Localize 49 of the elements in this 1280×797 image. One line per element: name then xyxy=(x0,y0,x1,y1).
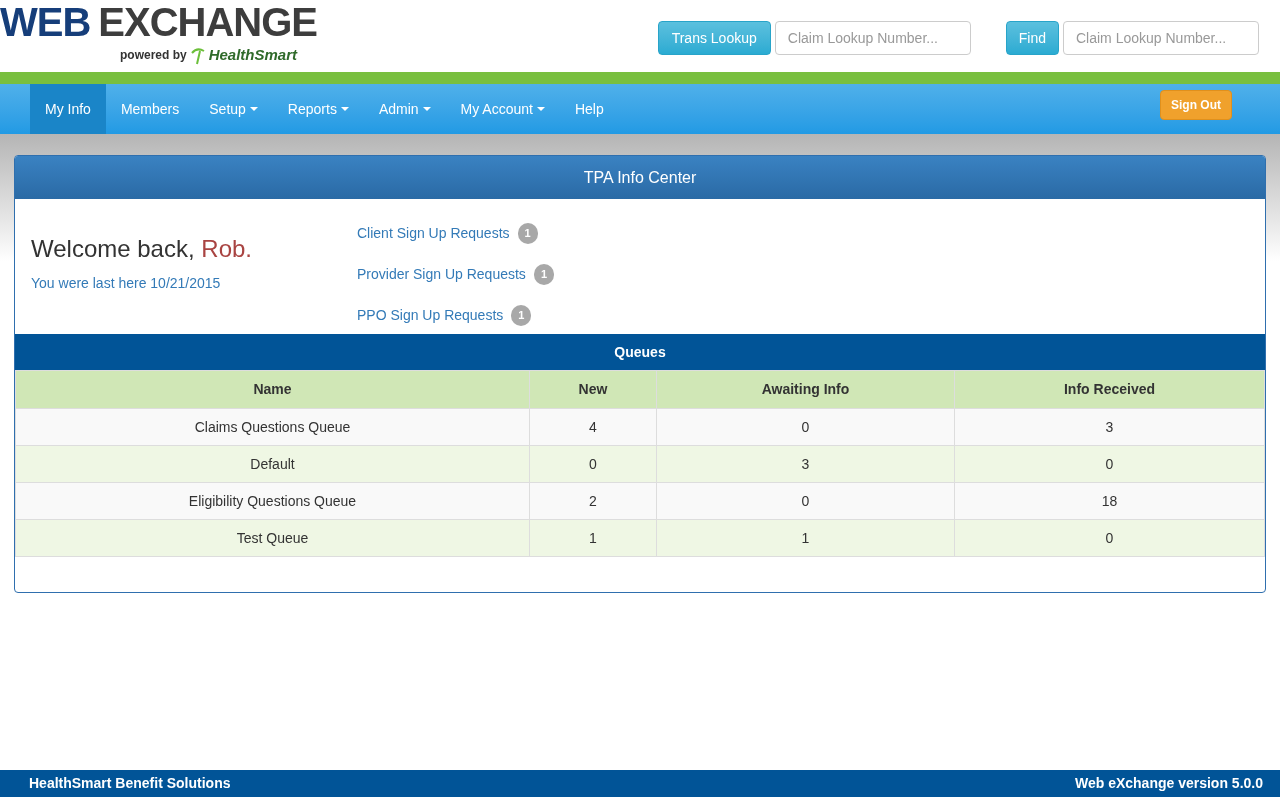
count-badge: 1 xyxy=(533,264,554,285)
welcome-heading: Welcome back, Rob. xyxy=(31,234,253,264)
table-cell: Claims Questions Queue xyxy=(15,408,530,446)
claim-lookup-field[interactable]: Claim Lookup Number... xyxy=(1063,21,1259,55)
nav-tab[interactable]: Admin xyxy=(363,84,446,134)
table-cell: 0 xyxy=(656,482,955,520)
table-cell: 1 xyxy=(529,519,657,557)
table-cell: 3 xyxy=(656,445,955,483)
nav-tab[interactable]: My Info xyxy=(30,84,106,134)
count-badge: 1 xyxy=(517,223,538,244)
table-cell: Test Queue xyxy=(15,519,530,557)
footer-version: Web eXchange version 5.0.0 xyxy=(1074,774,1263,793)
request-link[interactable]: Provider Sign Up Requests xyxy=(357,264,526,285)
figure-icon xyxy=(190,45,205,66)
nav-tab[interactable]: My Account xyxy=(445,84,560,134)
count-badge: 1 xyxy=(511,305,532,326)
table-cell: Eligibility Questions Queue xyxy=(15,482,530,520)
table-cell: 3 xyxy=(954,408,1265,446)
table-cell: 1 xyxy=(656,519,955,557)
last-visit-text: You were last here 10/21/2015 xyxy=(31,274,222,293)
nav-tab[interactable]: Reports xyxy=(272,84,364,134)
table-cell: 0 xyxy=(954,445,1265,483)
table-cell: 18 xyxy=(954,482,1265,520)
logo-word: EXCHANGE xyxy=(98,2,318,42)
sign-out-button[interactable]: Sign Out xyxy=(1160,90,1232,120)
column-header: New xyxy=(529,370,657,409)
nav-tab[interactable]: Members xyxy=(105,84,195,134)
logo-brand: HealthSmart xyxy=(208,45,298,65)
nav-tab[interactable]: Help xyxy=(559,84,619,134)
find-button[interactable]: Find xyxy=(1005,21,1059,55)
logo-word: WEB xyxy=(0,2,91,42)
logo-tagline: powered by xyxy=(120,47,187,65)
queues-title: Queues xyxy=(15,334,1265,370)
table-cell: 4 xyxy=(529,408,657,446)
column-header: Info Received xyxy=(954,370,1265,409)
claim-lookup-field[interactable]: Claim Lookup Number... xyxy=(774,21,971,55)
request-link[interactable]: Client Sign Up Requests xyxy=(357,223,510,244)
table-cell: Default xyxy=(15,445,530,483)
nav-tab[interactable]: Setup xyxy=(194,84,273,134)
footer-company: HealthSmart Benefit Solutions xyxy=(29,774,231,793)
table-cell: 0 xyxy=(656,408,955,446)
request-link[interactable]: PPO Sign Up Requests xyxy=(357,305,504,326)
table-cell: 0 xyxy=(529,445,657,483)
table-cell: 2 xyxy=(529,482,657,520)
column-header: Name xyxy=(15,370,530,409)
trans-lookup-button[interactable]: Trans Lookup xyxy=(657,21,771,55)
panel-title: TPA Info Center xyxy=(15,156,1265,199)
column-header: Awaiting Info xyxy=(656,370,955,409)
table-cell: 0 xyxy=(954,519,1265,557)
